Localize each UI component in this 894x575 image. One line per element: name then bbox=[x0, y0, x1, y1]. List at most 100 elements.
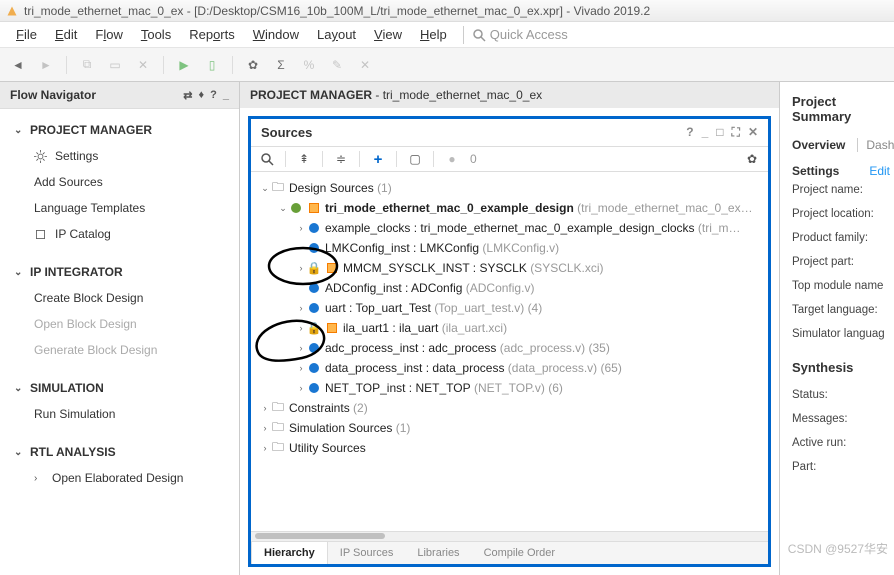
menu-tools[interactable]: Tools bbox=[133, 25, 179, 44]
filter-icon[interactable]: ● bbox=[444, 151, 460, 167]
nav-generate-block-design: Generate Block Design bbox=[0, 337, 239, 363]
tree-top-module[interactable]: ⌄ tri_mode_ethernet_mac_0_example_design… bbox=[255, 198, 764, 218]
ip-icon bbox=[34, 228, 47, 241]
kv-active-run: Active run: bbox=[792, 437, 894, 449]
tree-ila-uart[interactable]: › 🔒 ila_uart1 : ila_uart (ila_uart.xci) bbox=[255, 318, 764, 338]
tree-design-sources[interactable]: ⌄ 🗀 Design Sources (1) bbox=[255, 178, 764, 198]
sources-settings-icon[interactable]: ✿ bbox=[744, 151, 760, 167]
section-project-manager[interactable]: ⌄PROJECT MANAGER bbox=[0, 117, 239, 143]
menu-reports[interactable]: Reports bbox=[181, 25, 243, 44]
summary-edit-link[interactable]: Edit bbox=[869, 164, 890, 178]
nav-ip-catalog[interactable]: IP Catalog bbox=[0, 221, 239, 247]
project-summary-title: Project Summary bbox=[792, 94, 894, 124]
main-toolbar: ◄ ► ⧉ ▭ ✕ ▶ ▯ ✿ Σ % ✎ ✕ bbox=[0, 48, 894, 82]
sources-minimize-icon[interactable]: _ bbox=[702, 125, 709, 140]
copy-icon: ⧉ bbox=[79, 57, 95, 73]
app-logo-icon bbox=[6, 5, 18, 17]
kv-top-module: Top module name bbox=[792, 280, 894, 292]
tree-example-clocks[interactable]: › example_clocks : tri_mode_ethernet_mac… bbox=[255, 218, 764, 238]
nav-add-sources[interactable]: Add Sources bbox=[0, 169, 239, 195]
summary-settings-label: Settings bbox=[792, 164, 839, 178]
sources-tree[interactable]: ⌄ 🗀 Design Sources (1) ⌄ tri_mode_ethern… bbox=[251, 172, 768, 531]
sources-search-icon[interactable] bbox=[259, 151, 275, 167]
nav-language-templates[interactable]: Language Templates bbox=[0, 195, 239, 221]
tool-a-icon: % bbox=[301, 57, 317, 73]
sources-tabs: Hierarchy IP Sources Libraries Compile O… bbox=[251, 541, 768, 564]
tree-adconfig[interactable]: ADConfig_inst : ADConfig (ADConfig.v) bbox=[255, 278, 764, 298]
tree-sim-sources[interactable]: › 🗀 Simulation Sources (1) bbox=[255, 418, 764, 438]
section-simulation[interactable]: ⌄SIMULATION bbox=[0, 375, 239, 401]
kv-simulator-language: Simulator languag bbox=[792, 328, 894, 340]
nav-collapse-icon[interactable]: ⇄ bbox=[183, 89, 192, 102]
tab-overview[interactable]: Overview bbox=[792, 138, 853, 152]
menu-window[interactable]: Window bbox=[245, 25, 307, 44]
sources-title: Sources bbox=[261, 125, 312, 140]
section-ip-integrator[interactable]: ⌄IP INTEGRATOR bbox=[0, 259, 239, 285]
tool-b-icon: ✎ bbox=[329, 57, 345, 73]
kv-project-location: Project location: bbox=[792, 208, 894, 220]
settings-icon[interactable]: ✿ bbox=[245, 57, 261, 73]
tab-ip-sources[interactable]: IP Sources bbox=[328, 542, 406, 564]
horizontal-scrollbar[interactable] bbox=[251, 531, 768, 541]
menu-edit[interactable]: Edit bbox=[47, 25, 85, 44]
sources-restore-icon[interactable]: □ bbox=[716, 125, 723, 140]
sources-maximize-icon[interactable]: ⛶ bbox=[732, 125, 740, 140]
toggle-icon[interactable]: ▢ bbox=[407, 151, 423, 167]
kv-project-part: Project part: bbox=[792, 256, 894, 268]
window-titlebar: tri_mode_ethernet_mac_0_ex - [D:/Desktop… bbox=[0, 0, 894, 22]
tree-lmkconfig[interactable]: LMKConfig_inst : LMKConfig (LMKConfig.v) bbox=[255, 238, 764, 258]
sources-close-icon[interactable]: ✕ bbox=[748, 125, 758, 140]
nav-create-block-design[interactable]: Create Block Design bbox=[0, 285, 239, 311]
back-icon[interactable]: ◄ bbox=[10, 57, 26, 73]
expand-all-icon[interactable]: ≑ bbox=[333, 151, 349, 167]
tree-mmcm-sysclk[interactable]: › 🔒 MMCM_SYSCLK_INST : SYSCLK (SYSCLK.xc… bbox=[255, 258, 764, 278]
menu-flow[interactable]: Flow bbox=[87, 25, 130, 44]
tree-data-process[interactable]: › data_process_inst : data_process (data… bbox=[255, 358, 764, 378]
search-icon bbox=[472, 28, 486, 42]
run-icon[interactable]: ▶ bbox=[176, 57, 192, 73]
menu-help[interactable]: Help bbox=[412, 25, 455, 44]
nav-run-simulation[interactable]: Run Simulation bbox=[0, 401, 239, 427]
kv-part: Part: bbox=[792, 461, 894, 473]
tab-compile-order[interactable]: Compile Order bbox=[472, 542, 568, 564]
sources-help-icon[interactable]: ? bbox=[686, 125, 693, 140]
summary-synthesis-header: Synthesis bbox=[792, 360, 894, 375]
kv-project-name: Project name: bbox=[792, 184, 894, 196]
tab-dashboard[interactable]: Dashb bbox=[857, 138, 894, 152]
menubar: File Edit Flow Tools Reports Window Layo… bbox=[0, 22, 894, 48]
sources-toolbar: ⇞ ≑ + ▢ ● 0 ✿ bbox=[251, 147, 768, 172]
window-title: tri_mode_ethernet_mac_0_ex - [D:/Desktop… bbox=[24, 4, 650, 18]
tree-adc-process[interactable]: › adc_process_inst : adc_process (adc_pr… bbox=[255, 338, 764, 358]
menubar-separator bbox=[463, 26, 464, 44]
nav-close-icon[interactable]: _ bbox=[223, 89, 229, 102]
project-manager-header: PROJECT MANAGER - tri_mode_ethernet_mac_… bbox=[240, 82, 779, 108]
timing-icon[interactable]: ▯ bbox=[204, 57, 220, 73]
collapse-all-icon[interactable]: ⇞ bbox=[296, 151, 312, 167]
section-rtl-analysis[interactable]: ⌄RTL ANALYSIS bbox=[0, 439, 239, 465]
kv-target-language: Target language: bbox=[792, 304, 894, 316]
tree-utility-sources[interactable]: › 🗀 Utility Sources bbox=[255, 438, 764, 458]
add-source-icon[interactable]: + bbox=[370, 151, 386, 167]
sigma-icon[interactable]: Σ bbox=[273, 57, 289, 73]
gear-icon bbox=[34, 150, 47, 163]
nav-settings[interactable]: Settings bbox=[0, 143, 239, 169]
tree-constraints[interactable]: › 🗀 Constraints (2) bbox=[255, 398, 764, 418]
nav-open-elaborated-design[interactable]: ›Open Elaborated Design bbox=[0, 465, 239, 491]
flow-navigator: Flow Navigator ⇄ ♦ ? _ ⌄PROJECT MANAGER … bbox=[0, 82, 240, 575]
kv-status: Status: bbox=[792, 389, 894, 401]
menu-file[interactable]: File bbox=[8, 25, 45, 44]
tab-libraries[interactable]: Libraries bbox=[405, 542, 471, 564]
lock-icon: 🔒 bbox=[307, 261, 321, 275]
menu-view[interactable]: View bbox=[366, 25, 410, 44]
kv-messages: Messages: bbox=[792, 413, 894, 425]
menu-layout[interactable]: Layout bbox=[309, 25, 364, 44]
tab-hierarchy[interactable]: Hierarchy bbox=[251, 542, 328, 564]
quick-access[interactable]: Quick Access bbox=[472, 27, 568, 42]
nav-open-block-design: Open Block Design bbox=[0, 311, 239, 337]
flow-navigator-title: Flow Navigator bbox=[10, 88, 96, 102]
nav-expand-icon[interactable]: ♦ bbox=[199, 89, 205, 102]
sources-panel: Sources ? _ □ ⛶ ✕ ⇞ ≑ + ▢ bbox=[248, 116, 771, 567]
tree-uart[interactable]: › uart : Top_uart_Test (Top_uart_test.v)… bbox=[255, 298, 764, 318]
nav-help-icon[interactable]: ? bbox=[210, 89, 217, 102]
tree-net-top[interactable]: › NET_TOP_inst : NET_TOP (NET_TOP.v) (6) bbox=[255, 378, 764, 398]
